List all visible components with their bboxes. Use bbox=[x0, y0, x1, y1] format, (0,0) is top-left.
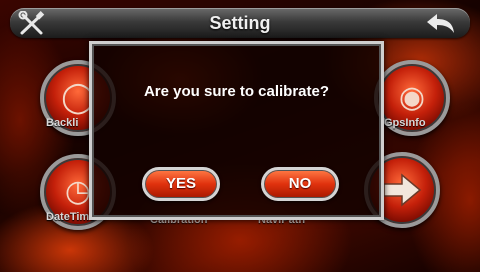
back-arrow-icon[interactable] bbox=[423, 12, 457, 36]
clock-icon: ◷ bbox=[64, 175, 92, 208]
dialog-message: Are you sure to calibrate? bbox=[143, 83, 330, 100]
page-title: Setting bbox=[209, 13, 271, 33]
next-arrow-icon bbox=[383, 173, 422, 207]
no-button[interactable]: NO bbox=[261, 167, 339, 201]
menu-label-gpsinfo: GpsInfo bbox=[384, 117, 426, 129]
globe-icon: ◉ bbox=[398, 81, 426, 114]
menu-label-backlight: Backli bbox=[46, 117, 79, 129]
menu-label-datetime: DateTime bbox=[46, 211, 96, 223]
tools-icon[interactable] bbox=[17, 11, 47, 37]
confirm-dialog: Are you sure to calibrate? YES NO bbox=[89, 41, 384, 220]
yes-button[interactable]: YES bbox=[142, 167, 220, 201]
